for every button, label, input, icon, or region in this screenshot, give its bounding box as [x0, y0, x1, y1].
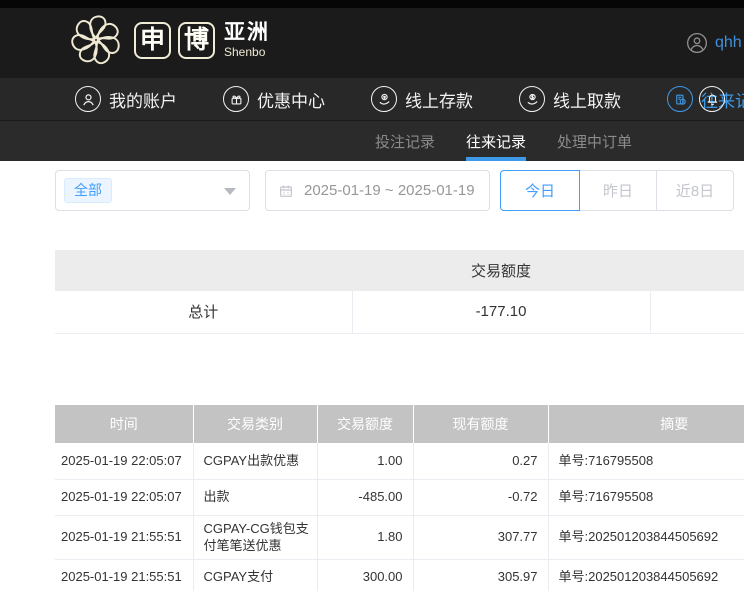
deposit-icon: [371, 86, 397, 112]
logo-char-box: 博: [178, 22, 215, 59]
table-row: 2025-01-19 21:55:51 CGPAY支付 300.00 305.9…: [55, 559, 744, 591]
nav-item-label: 线上存款: [405, 87, 473, 112]
brand-subtitle: Shenbo: [224, 46, 270, 58]
cell-type: 出款: [193, 479, 317, 515]
flower-logo-icon: [66, 10, 126, 70]
date-range-input[interactable]: 2025-01-19 ~ 2025-01-19: [265, 170, 490, 211]
cell-memo: 单号:716795508: [548, 443, 744, 479]
tab-betting-records[interactable]: 投注记录: [375, 121, 435, 161]
records-table: 时间 交易类别 交易额度 现有额度 摘要 2025-01-19 22:05:07…: [55, 405, 744, 591]
cell-amount: 1.00: [317, 443, 413, 479]
summary-empty-cell: [650, 291, 744, 333]
tab-transaction-records[interactable]: 往来记录: [466, 121, 526, 161]
cell-time: 2025-01-19 21:55:51: [55, 559, 193, 591]
summary-header-row: 交易额度: [55, 250, 744, 291]
summary-total-label: 总计: [55, 291, 352, 333]
summary-table: 交易额度 总计 -177.10: [55, 250, 744, 334]
chevron-down-icon: [224, 188, 236, 195]
col-header-amount: 交易额度: [317, 405, 413, 443]
user-icon: [75, 86, 101, 112]
brand-region-label: 亚洲: [224, 22, 270, 43]
nav-item-label: 优惠中心: [257, 87, 325, 112]
records-subnav: 投注记录 往来记录 处理中订单: [0, 121, 744, 161]
cell-balance: -0.72: [413, 479, 548, 515]
cell-memo: 单号:202501203844505692: [548, 559, 744, 591]
table-row: 2025-01-19 21:55:51 CGPAY-CG钱包支付笔笔送优惠 1.…: [55, 515, 744, 559]
col-header-balance: 现有额度: [413, 405, 548, 443]
records-header-row: 时间 交易类别 交易额度 现有额度 摘要: [55, 405, 744, 443]
col-header-type: 交易类别: [193, 405, 317, 443]
col-header-memo: 摘要: [548, 405, 744, 443]
transaction-type-select[interactable]: 全部: [55, 170, 250, 211]
summary-header-empty: [55, 250, 352, 291]
cell-type: CGPAY出款优惠: [193, 443, 317, 479]
gift-icon: [223, 86, 249, 112]
summary-total-value: -177.10: [352, 291, 650, 333]
user-account[interactable]: qhh: [686, 32, 742, 54]
brand-header: 申 博 亚洲 Shenbo qhh: [0, 0, 744, 78]
date-range-value: 2025-01-19 ~ 2025-01-19: [304, 182, 475, 199]
nav-item-my-account[interactable]: 我的账户: [75, 86, 177, 112]
cell-time: 2025-01-19 22:05:07: [55, 443, 193, 479]
brand-logo[interactable]: 申 博 亚洲 Shenbo: [66, 10, 270, 70]
cell-balance: 307.77: [413, 515, 548, 559]
cell-type: CGPAY-CG钱包支付笔笔送优惠: [193, 515, 317, 559]
records-icon: [667, 86, 693, 112]
summary-header-amount: 交易额度: [352, 250, 650, 291]
summary-header-empty: [650, 250, 744, 291]
notifications-button[interactable]: [699, 86, 725, 112]
col-header-time: 时间: [55, 405, 193, 443]
cell-type: CGPAY支付: [193, 559, 317, 591]
cell-memo: 单号:716795508: [548, 479, 744, 515]
quick-date-buttons: 今日 昨日 近8日: [500, 170, 734, 211]
nav-item-promotions[interactable]: 优惠中心: [223, 86, 325, 112]
tab-processing-orders[interactable]: 处理中订单: [557, 121, 632, 161]
selected-type-tag[interactable]: 全部: [64, 178, 112, 203]
nav-item-deposit[interactable]: 线上存款: [371, 86, 473, 112]
calendar-icon: [278, 183, 294, 199]
last-8-days-button[interactable]: 近8日: [656, 170, 734, 211]
bell-icon: [699, 86, 725, 112]
summary-total-row: 总计 -177.10: [55, 291, 744, 333]
logo-char-box: 申: [134, 22, 171, 59]
withdraw-icon: [519, 86, 545, 112]
cell-amount: 1.80: [317, 515, 413, 559]
cell-time: 2025-01-19 21:55:51: [55, 515, 193, 559]
cell-balance: 305.97: [413, 559, 548, 591]
cell-balance: 0.27: [413, 443, 548, 479]
filter-row: 全部 2025-01-19 ~ 2025-01-19 今日 昨日 近8日: [0, 170, 744, 211]
nav-item-withdraw[interactable]: 线上取款: [519, 86, 621, 112]
today-button[interactable]: 今日: [500, 170, 580, 211]
cell-amount: 300.00: [317, 559, 413, 591]
user-avatar-icon: [686, 32, 708, 54]
nav-item-label: 线上取款: [553, 87, 621, 112]
page: 申 博 亚洲 Shenbo qhh 我的账户: [0, 0, 744, 591]
nav-item-label: 我的账户: [109, 87, 177, 112]
username-label: qhh: [715, 34, 742, 52]
table-row: 2025-01-19 22:05:07 CGPAY出款优惠 1.00 0.27 …: [55, 443, 744, 479]
cell-memo: 单号:202501203844505692: [548, 515, 744, 559]
main-nav: 我的账户 优惠中心 线上存款: [0, 78, 744, 121]
cell-amount: -485.00: [317, 479, 413, 515]
yesterday-button[interactable]: 昨日: [579, 170, 657, 211]
table-row: 2025-01-19 22:05:07 出款 -485.00 -0.72 单号:…: [55, 479, 744, 515]
cell-time: 2025-01-19 22:05:07: [55, 479, 193, 515]
